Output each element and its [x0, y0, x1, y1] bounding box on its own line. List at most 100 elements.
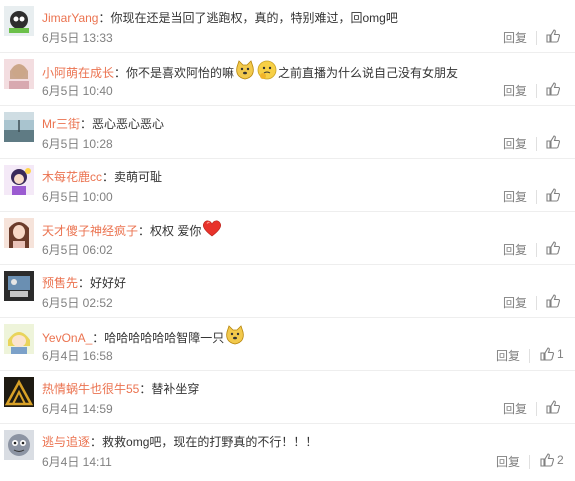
- reply-button[interactable]: 回复: [496, 454, 520, 470]
- avatar[interactable]: [4, 271, 34, 301]
- divider: [536, 243, 537, 257]
- avatar[interactable]: [4, 430, 34, 460]
- like-button[interactable]: [546, 135, 563, 149]
- comment-line: JimarYang：你现在还是当回了逃跑权，真的，特别难过，回omg吧: [42, 9, 398, 27]
- thumbs-up-icon: [540, 453, 554, 467]
- comment-line: 小阿萌在成长：你不是喜欢阿怡的嘛 之前直播为什么说自己没有女朋友: [42, 60, 459, 81]
- comment-row: 小阿萌在成长：你不是喜欢阿怡的嘛 之前直播为什么说自己没有女朋友 6月5日 10:…: [0, 53, 575, 106]
- comment-line: YevOnA_：哈哈哈哈哈哈智障一只: [42, 325, 246, 346]
- comment-text: 你不是喜欢阿怡的嘛: [126, 66, 235, 81]
- comment-date: 6月5日 02:52: [42, 296, 113, 310]
- avatar[interactable]: [4, 377, 34, 407]
- comment-text: 好好好: [90, 276, 127, 290]
- comment-text: 权权 爱你: [150, 224, 202, 239]
- colon: ：: [138, 224, 151, 239]
- comment-text: 替补坐穿: [151, 382, 200, 396]
- thumbs-up-icon: [546, 135, 560, 149]
- comment-line: 天才傻子神经疯子：权权 爱你: [42, 220, 223, 239]
- reply-button[interactable]: 回复: [503, 30, 527, 46]
- divider: [536, 137, 537, 151]
- comment-row: JimarYang：你现在还是当回了逃跑权，真的，特别难过，回omg吧 6月5日…: [0, 0, 575, 53]
- comment-line: 木每花鹿cc：卖萌可耻: [42, 168, 162, 186]
- reply-button[interactable]: 回复: [503, 83, 527, 99]
- colon: ：: [78, 276, 91, 290]
- divider: [529, 455, 530, 469]
- colon: ：: [80, 117, 93, 131]
- colon: ：: [139, 382, 152, 396]
- reply-button[interactable]: 回复: [503, 189, 527, 205]
- like-count: 2: [557, 453, 564, 467]
- thumbs-up-icon: [540, 347, 554, 361]
- username-link[interactable]: Mr三街: [42, 117, 80, 131]
- thumbs-up-icon: [546, 82, 560, 96]
- divider: [529, 349, 530, 363]
- comment-row: 木每花鹿cc：卖萌可耻 6月5日 10:00 回复: [0, 159, 575, 212]
- comment-date: 6月5日 10:28: [42, 137, 113, 151]
- like-button[interactable]: [546, 29, 563, 43]
- colon: ：: [102, 170, 115, 184]
- thinking-emoji-icon: [256, 59, 278, 86]
- comment-line: Mr三街：恶心恶心恶心: [42, 115, 164, 133]
- avatar[interactable]: [4, 6, 34, 36]
- comment-date: 6月5日 10:40: [42, 84, 113, 98]
- colon: ：: [98, 11, 111, 25]
- reply-button[interactable]: 回复: [496, 348, 520, 364]
- avatar[interactable]: [4, 112, 34, 142]
- comment-date: 6月4日 14:11: [42, 455, 112, 469]
- like-button[interactable]: [546, 82, 563, 96]
- thumbs-up-icon: [546, 29, 560, 43]
- comment-date: 6月5日 10:00: [42, 190, 113, 204]
- thumbs-up-icon: [546, 188, 560, 202]
- comment-text: 卖萌可耻: [114, 170, 163, 184]
- avatar[interactable]: [4, 165, 34, 195]
- thumbs-up-icon: [546, 400, 560, 414]
- username-link[interactable]: 热情蜗牛也很牛55: [42, 382, 139, 396]
- reply-button[interactable]: 回复: [503, 295, 527, 311]
- reply-button[interactable]: 回复: [503, 136, 527, 152]
- comment-row: 逃与追逐：救救omg吧，现在的打野真的不行！！！ 6月4日 14:11 回复 2: [0, 424, 575, 477]
- comment-date: 6月5日 13:33: [42, 31, 113, 45]
- like-button[interactable]: [546, 400, 563, 414]
- comment-text: 救救omg吧，现在的打野真的不行！！！: [102, 435, 318, 449]
- like-button[interactable]: [546, 188, 563, 202]
- username-link[interactable]: 天才傻子神经疯子: [42, 224, 138, 238]
- username-link[interactable]: 木每花鹿cc: [42, 170, 102, 184]
- comment-row: 热情蜗牛也很牛55：替补坐穿 6月4日 14:59 回复: [0, 371, 575, 424]
- comment-list: JimarYang：你现在还是当回了逃跑权，真的，特别难过，回omg吧 6月5日…: [0, 0, 575, 481]
- divider: [536, 190, 537, 204]
- divider: [536, 296, 537, 310]
- comment-date: 6月4日 16:58: [42, 349, 113, 363]
- like-button[interactable]: 2: [540, 453, 564, 467]
- doge-emoji-icon: [224, 324, 246, 351]
- avatar[interactable]: [4, 59, 34, 89]
- username-link[interactable]: 小阿萌在成长: [42, 66, 114, 80]
- like-button[interactable]: 1: [540, 347, 564, 361]
- like-button[interactable]: [546, 294, 563, 308]
- colon: ：: [114, 66, 127, 81]
- divider: [536, 402, 537, 416]
- divider: [536, 31, 537, 45]
- doge-emoji-icon: [234, 59, 256, 86]
- reply-button[interactable]: 回复: [503, 242, 527, 258]
- comment-row: 天才傻子神经疯子：权权 爱你 6月5日 06:02 回复: [0, 212, 575, 265]
- comment-row: YevOnA_：哈哈哈哈哈哈智障一只 6月4日 16:58 回复 1: [0, 318, 575, 371]
- avatar[interactable]: [4, 324, 34, 354]
- comment-line: 逃与追逐：救救omg吧，现在的打野真的不行！！！: [42, 433, 317, 451]
- reply-button[interactable]: 回复: [503, 401, 527, 417]
- colon: ：: [92, 331, 105, 346]
- comment-text-continued: 之前直播为什么说自己没有女朋友: [278, 66, 459, 81]
- like-button[interactable]: [546, 241, 563, 255]
- username-link[interactable]: YevOnA_: [42, 331, 92, 345]
- comment-line: 热情蜗牛也很牛55：替补坐穿: [42, 380, 199, 398]
- username-link[interactable]: JimarYang: [42, 11, 98, 25]
- username-link[interactable]: 逃与追逐: [42, 435, 90, 449]
- comment-row: 预售先：好好好 6月5日 02:52 回复: [0, 265, 575, 318]
- comment-text: 哈哈哈哈哈哈智障一只: [104, 331, 225, 346]
- comment-text: 恶心恶心恶心: [92, 117, 165, 131]
- avatar[interactable]: [4, 218, 34, 248]
- comment-text: 你现在还是当回了逃跑权，真的，特别难过，回omg吧: [110, 11, 398, 25]
- comment-date: 6月4日 14:59: [42, 402, 113, 416]
- username-link[interactable]: 预售先: [42, 276, 78, 290]
- divider: [536, 84, 537, 98]
- comment-date: 6月5日 06:02: [42, 243, 113, 257]
